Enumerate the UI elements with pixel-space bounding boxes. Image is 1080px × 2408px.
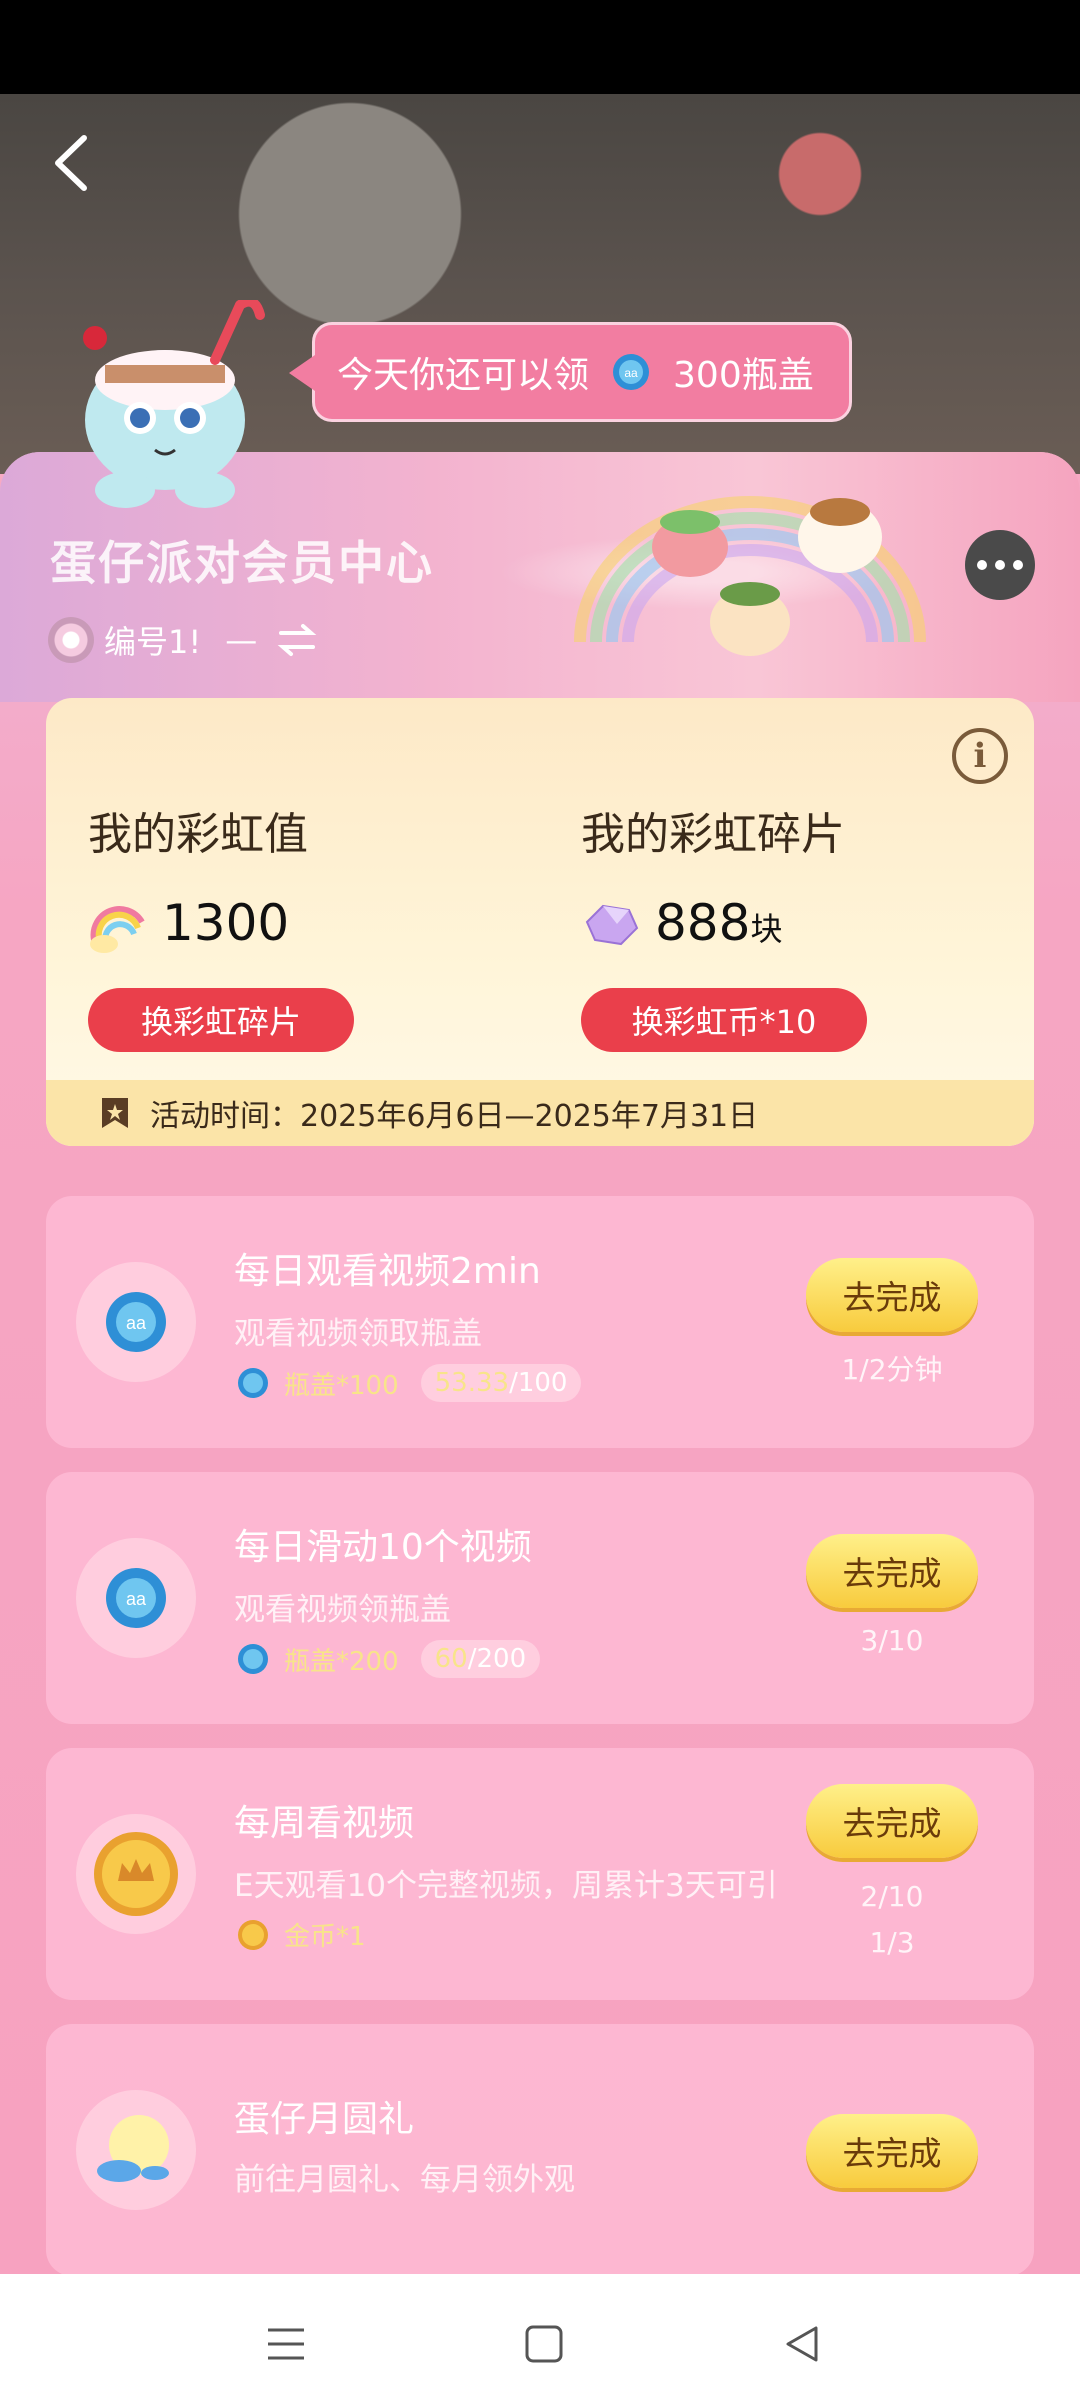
home-nav-button[interactable] bbox=[514, 2314, 574, 2374]
rainbow-shard-label: 我的彩虹碎片 bbox=[581, 809, 845, 860]
user-switcher[interactable]: 编号1! — bbox=[48, 617, 317, 663]
back-nav-button[interactable] bbox=[772, 2314, 832, 2374]
reward-bubble: 今天你还可以领 aa 300瓶盖 bbox=[289, 322, 852, 422]
rainbow-value-label: 我的彩虹值 bbox=[88, 809, 308, 860]
bookmark-star-icon bbox=[102, 1098, 128, 1128]
bottle-cap-icon: aa bbox=[613, 354, 650, 390]
progress-total: /100 bbox=[509, 1368, 568, 1398]
task-icon bbox=[76, 1814, 196, 1934]
task-title: 蛋仔月圆礼 bbox=[234, 2099, 415, 2140]
reward-label: 瓶盖*200 bbox=[284, 1646, 399, 1677]
reward-progress: 53.33/100 bbox=[420, 1364, 582, 1402]
task-reward: 金币*1 bbox=[236, 1916, 366, 1953]
task-reward: 瓶盖*200 60/200 bbox=[236, 1640, 541, 1678]
task-status-weekly: 1/3 bbox=[869, 1926, 915, 1959]
moon-icon bbox=[97, 2115, 169, 2182]
go-complete-button[interactable]: 去完成 bbox=[806, 1784, 978, 1858]
mascot-image bbox=[83, 300, 265, 508]
character-decoration bbox=[652, 510, 728, 577]
progress-total: /200 bbox=[467, 1644, 527, 1674]
rainbow-value-number: 1300 bbox=[162, 894, 290, 952]
svg-text:aa: aa bbox=[126, 1313, 147, 1333]
user-separator: — bbox=[225, 621, 258, 659]
exchange-coins-button[interactable]: 换彩虹币*10 bbox=[581, 988, 867, 1052]
bottle-cap-icon: aa bbox=[106, 1292, 166, 1352]
task-description: 观看视频领瓶盖 bbox=[234, 1592, 451, 1628]
task-icon: aa bbox=[76, 1538, 196, 1658]
menu-nav-button[interactable] bbox=[256, 2314, 316, 2374]
rainbow-value-section: 我的彩虹值 1300 换彩虹碎片 bbox=[88, 798, 354, 1052]
user-id-label: 编号1! bbox=[104, 623, 202, 661]
triangle-back-icon bbox=[786, 2326, 818, 2362]
progress-current: 53.33 bbox=[434, 1368, 510, 1398]
go-complete-button[interactable]: 去完成 bbox=[806, 2114, 978, 2188]
dot-icon bbox=[1013, 560, 1023, 570]
character-decoration bbox=[710, 582, 790, 656]
back-button[interactable] bbox=[40, 128, 100, 198]
task-description: E天观看10个完整视频，周累计3天可引 bbox=[234, 1868, 778, 1904]
avatar bbox=[48, 617, 94, 663]
task-status: 1/2分钟 bbox=[841, 1353, 943, 1386]
rainbow-icon bbox=[90, 906, 145, 953]
task-reward: 瓶盖*100 53.33/100 bbox=[236, 1364, 582, 1402]
dot-icon bbox=[995, 560, 1005, 570]
crystal-shard-icon bbox=[585, 904, 639, 946]
reward-label: 瓶盖*100 bbox=[284, 1370, 399, 1401]
bottle-cap-icon: aa bbox=[106, 1568, 166, 1628]
info-icon[interactable]: i bbox=[952, 728, 1008, 784]
task-title: 每日观看视频2min bbox=[234, 1251, 541, 1292]
bubble-amount: 300瓶盖 bbox=[673, 355, 814, 396]
menu-icon bbox=[268, 2328, 304, 2360]
reward-progress: 60/200 bbox=[420, 1640, 541, 1678]
gold-coin-icon bbox=[238, 1919, 268, 1950]
member-center-panel: 蛋仔派对会员中心 编号1! — i 我的彩虹值 1300 换彩虹碎片 我的彩虹碎… bbox=[0, 452, 1080, 2274]
activity-time-row: 活动时间：2025年6月6日—2025年7月31日 bbox=[46, 1080, 1034, 1146]
task-status-daily: 2/10 bbox=[860, 1880, 924, 1913]
reward-label: 金币*1 bbox=[284, 1922, 366, 1952]
rainbow-shard-section: 我的彩虹碎片 888 块 换彩虹币*10 bbox=[581, 798, 867, 1052]
points-card: i 我的彩虹值 1300 换彩虹碎片 我的彩虹碎片 888 块 换彩虹币*10 … bbox=[46, 698, 1034, 1146]
rainbow-shard-unit: 块 bbox=[750, 910, 783, 948]
more-options-button[interactable] bbox=[965, 530, 1035, 600]
page-title: 蛋仔派对会员中心 bbox=[50, 536, 434, 590]
exchange-shards-button[interactable]: 换彩虹碎片 bbox=[88, 988, 354, 1052]
bottle-cap-icon bbox=[238, 1368, 268, 1398]
gold-coin-icon bbox=[94, 1832, 178, 1916]
bottle-cap-icon bbox=[238, 1644, 268, 1674]
go-complete-button[interactable]: 去完成 bbox=[806, 1534, 978, 1608]
task-title: 每日滑动10个视频 bbox=[234, 1527, 532, 1568]
go-complete-button[interactable]: 去完成 bbox=[806, 1258, 978, 1332]
task-icon: aa bbox=[76, 1262, 196, 1382]
rainbow-shard-number: 888 bbox=[655, 894, 751, 952]
task-card: 每周看视频 E天观看10个完整视频，周累计3天可引 金币*1 去完成 2/10 … bbox=[46, 1748, 1034, 2000]
activity-time-text: 活动时间：2025年6月6日—2025年7月31日 bbox=[150, 1099, 759, 1134]
progress-current: 60 bbox=[434, 1644, 468, 1674]
dot-icon bbox=[977, 560, 987, 570]
task-card: aa 每日观看视频2min 观看视频领取瓶盖 瓶盖*100 53.33/100 … bbox=[46, 1196, 1034, 1448]
system-navigation-bar bbox=[0, 2274, 1080, 2408]
task-card: aa 每日滑动10个视频 观看视频领瓶盖 瓶盖*200 60/200 去完成 3… bbox=[46, 1472, 1034, 1724]
task-description: 前往月圆礼、每月领外观 bbox=[234, 2162, 575, 2198]
task-card: 蛋仔月圆礼 前往月圆礼、每月领外观 去完成 bbox=[46, 2024, 1034, 2274]
chevron-left-icon bbox=[55, 135, 87, 191]
character-decoration bbox=[798, 498, 882, 573]
task-status: 3/10 bbox=[860, 1624, 924, 1657]
status-bar bbox=[0, 0, 1080, 94]
svg-text:aa: aa bbox=[126, 1589, 147, 1609]
square-icon bbox=[525, 2325, 563, 2363]
svg-text:aa: aa bbox=[624, 366, 638, 380]
task-description: 观看视频领取瓶盖 bbox=[234, 1316, 482, 1352]
swap-icon bbox=[277, 624, 317, 656]
bubble-text: 今天你还可以领 bbox=[337, 355, 590, 396]
task-icon bbox=[76, 2090, 196, 2210]
task-title: 每周看视频 bbox=[234, 1803, 415, 1844]
